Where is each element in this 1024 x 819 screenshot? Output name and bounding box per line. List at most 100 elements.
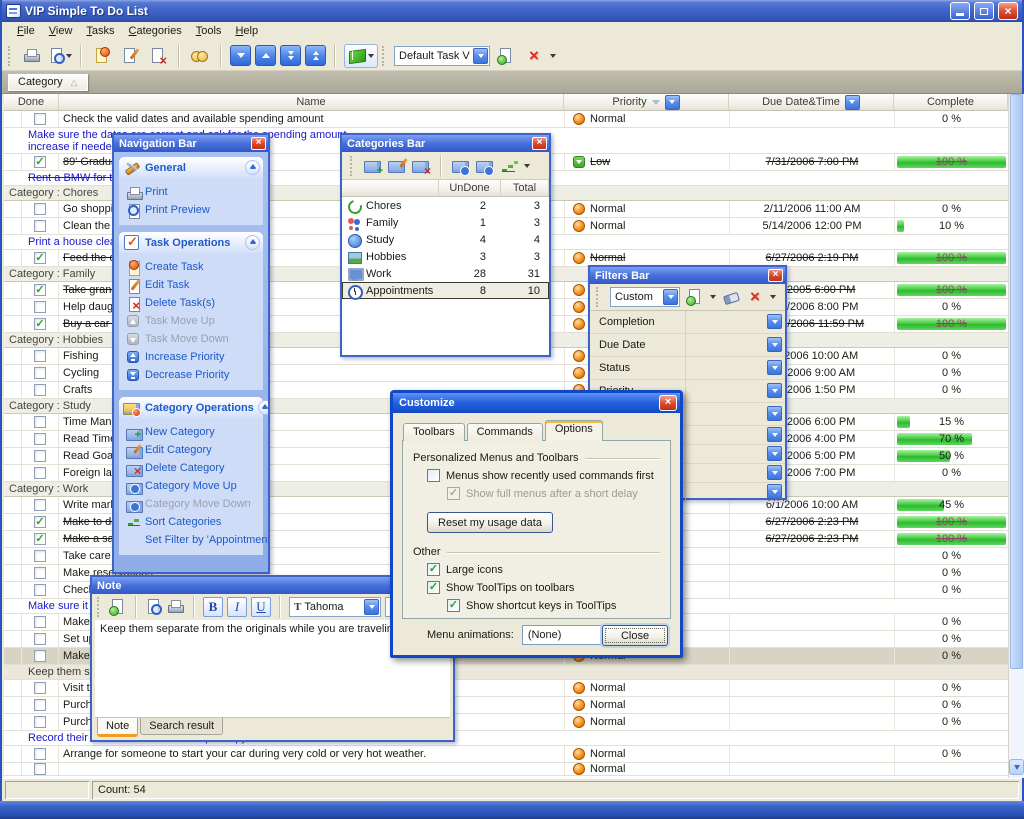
toolbar-grip[interactable] (382, 46, 387, 66)
font-combobox[interactable]: T Tahoma (289, 597, 381, 617)
priority-filter-button[interactable] (665, 95, 680, 110)
task-checkbox[interactable] (34, 467, 46, 479)
filter-dropdown-button[interactable] (767, 337, 782, 352)
filter-dropdown-button[interactable] (767, 446, 782, 461)
nav-item-create-task[interactable]: Create Task (126, 258, 261, 276)
task-checkbox[interactable]: ✓ (34, 284, 46, 296)
filter-dropdown-button[interactable] (767, 484, 782, 499)
task-checkbox[interactable] (34, 763, 46, 775)
category-move-down-icon[interactable] (476, 157, 494, 175)
nav-item-print[interactable]: Print (126, 183, 261, 201)
nav-section-header[interactable]: Category Operations (119, 397, 263, 418)
note-tab-search-result[interactable]: Search result (140, 718, 223, 735)
toolbar-grip[interactable] (97, 597, 102, 617)
nav-item-category-move-up[interactable]: Category Move Up (126, 477, 261, 495)
task-checkbox[interactable]: ✓ (34, 252, 46, 264)
task-checkbox[interactable] (34, 350, 46, 362)
minimize-button[interactable] (950, 2, 970, 20)
category-row-hobbies[interactable]: Hobbies33 (342, 248, 549, 265)
move-down-button[interactable] (230, 45, 251, 66)
task-row[interactable]: Check the valid dates and available spen… (4, 111, 1008, 128)
filter-dropdown-button[interactable] (767, 465, 782, 480)
filter-dropdown-button[interactable] (767, 360, 782, 375)
combo-dropdown-button[interactable] (364, 599, 379, 615)
dialog-close-button[interactable]: Close (602, 625, 668, 646)
task-checkbox[interactable] (34, 113, 46, 125)
task-checkbox[interactable] (34, 748, 46, 760)
clear-filter-icon[interactable] (722, 288, 740, 306)
category-row-family[interactable]: Family13 (342, 214, 549, 231)
filter-preset-combobox[interactable]: Custom (610, 287, 680, 307)
toolbar-overflow-icon[interactable] (524, 164, 530, 171)
collapse-button[interactable] (245, 235, 260, 250)
nav-section-header[interactable]: Task Operations (119, 232, 263, 253)
close-icon[interactable]: × (532, 137, 547, 150)
task-row[interactable]: Arrange for someone to start your car du… (4, 746, 1008, 763)
nav-item-sort-categories[interactable]: Sort Categories (126, 513, 261, 531)
due-filter-button[interactable] (845, 95, 860, 110)
notes-view-button[interactable] (344, 44, 378, 68)
apply-filter-icon[interactable] (686, 288, 704, 306)
print-button[interactable] (20, 44, 44, 68)
category-column[interactable] (342, 180, 439, 196)
menu-categories[interactable]: Categories (122, 22, 189, 37)
delete-category-icon[interactable] (412, 157, 430, 175)
task-checkbox[interactable] (34, 567, 46, 579)
toolbar-overflow-icon[interactable] (550, 54, 556, 61)
combo-dropdown-button[interactable] (663, 289, 678, 305)
edit-category-icon[interactable] (388, 157, 406, 175)
task-checkbox[interactable] (34, 301, 46, 313)
find-button[interactable] (188, 44, 212, 68)
menu-tools[interactable]: Tools (189, 22, 229, 37)
tab-toolbars[interactable]: Toolbars (403, 423, 465, 441)
print-preview-icon[interactable] (145, 598, 163, 616)
create-task-button[interactable] (90, 44, 114, 68)
toolbar-grip[interactable] (350, 156, 355, 176)
task-view-combobox[interactable]: Default Task V (394, 46, 490, 66)
sort-categories-icon[interactable] (500, 157, 518, 175)
categories-bar-title[interactable]: Categories Bar × (342, 135, 549, 152)
reset-usage-button[interactable]: Reset my usage data (427, 512, 553, 533)
dropdown-arrow-icon[interactable] (710, 295, 716, 302)
column-header-due[interactable]: Due Date&Time (729, 94, 894, 111)
nav-item-set-filter-by-appointments-[interactable]: Set Filter by 'Appointments' (126, 531, 261, 549)
vertical-scrollbar[interactable] (1008, 94, 1024, 778)
column-header-done[interactable]: Done (4, 94, 59, 111)
task-checkbox[interactable]: ✓ (34, 156, 46, 168)
task-checkbox[interactable] (34, 220, 46, 232)
category-row-appointments[interactable]: Appointments810 (342, 282, 549, 299)
move-to-top-button[interactable] (305, 45, 326, 66)
apply-view-button[interactable] (494, 44, 518, 68)
collapse-button[interactable] (245, 160, 260, 175)
filter-dropdown-button[interactable] (767, 314, 782, 329)
collapse-button[interactable] (258, 400, 268, 415)
task-checkbox[interactable] (34, 384, 46, 396)
italic-button[interactable]: I (227, 597, 247, 617)
bold-button[interactable]: B (203, 597, 223, 617)
task-checkbox[interactable] (34, 682, 46, 694)
task-checkbox[interactable] (34, 203, 46, 215)
column-header-priority[interactable]: Priority (564, 94, 729, 111)
filter-dropdown-button[interactable] (767, 383, 782, 398)
filter-dropdown-button[interactable] (767, 406, 782, 421)
task-checkbox[interactable]: ✓ (34, 318, 46, 330)
customize-dialog-title[interactable]: Customize × (393, 393, 680, 413)
tab-options[interactable]: Options (545, 420, 603, 441)
clear-view-button[interactable] (522, 44, 546, 68)
print-preview-button[interactable] (48, 44, 72, 68)
scroll-down-button[interactable] (1009, 759, 1024, 775)
nav-item-edit-category[interactable]: Edit Category (126, 441, 261, 459)
move-up-button[interactable] (255, 45, 276, 66)
task-checkbox[interactable] (34, 716, 46, 728)
menu-file[interactable]: File (10, 22, 42, 37)
column-header-complete[interactable]: Complete (894, 94, 1008, 111)
nav-item-delete-task-s-[interactable]: Delete Task(s) (126, 294, 261, 312)
nav-section-header[interactable]: General (119, 157, 263, 178)
toolbar-grip[interactable] (8, 46, 13, 66)
checkbox[interactable]: ✓ (447, 599, 460, 612)
combo-dropdown-button[interactable] (473, 48, 488, 64)
tab-commands[interactable]: Commands (467, 423, 543, 441)
restore-button[interactable] (974, 2, 994, 20)
task-checkbox[interactable] (34, 550, 46, 562)
filter-dropdown-button[interactable] (767, 427, 782, 442)
